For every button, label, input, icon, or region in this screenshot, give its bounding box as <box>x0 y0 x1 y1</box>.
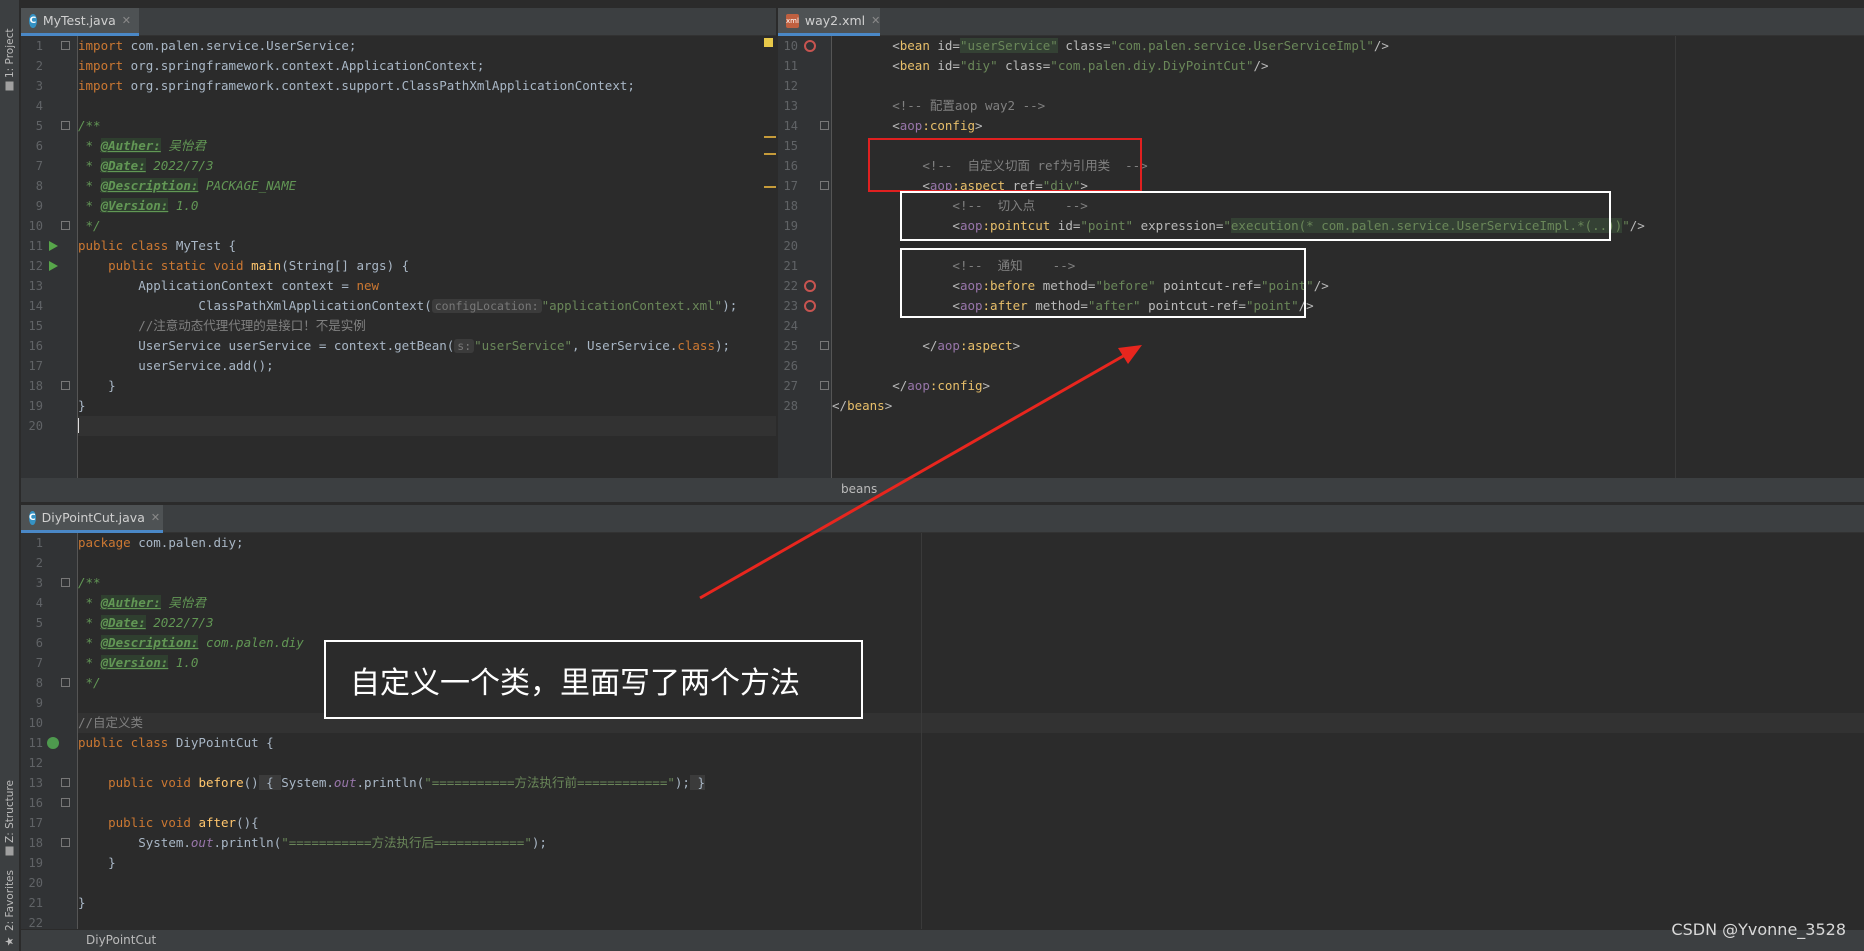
annotation-note: 自定义一个类，里面写了两个方法 <box>324 640 863 719</box>
watermark: CSDN @Yvonne_3528 <box>1671 920 1846 939</box>
annotation-arrow <box>699 345 1142 600</box>
